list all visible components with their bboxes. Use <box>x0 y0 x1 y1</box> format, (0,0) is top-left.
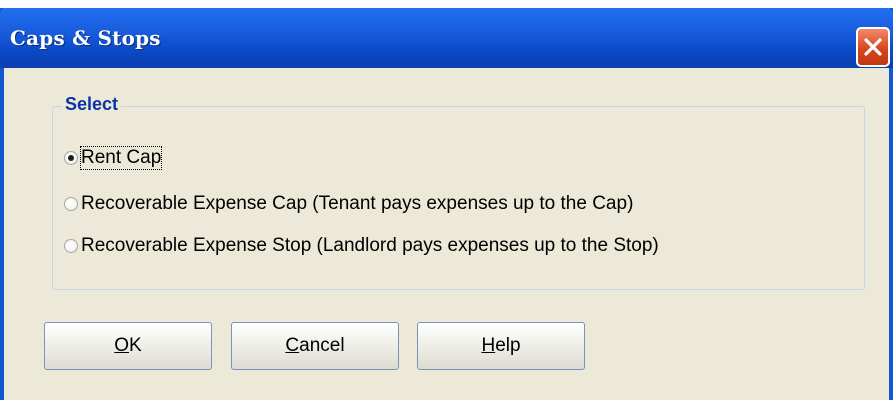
radio-option-expense-stop[interactable]: Recoverable Expense Stop (Landlord pays … <box>64 233 659 259</box>
help-button[interactable]: Help <box>417 322 585 370</box>
ok-label-rest: K <box>129 335 142 356</box>
cancel-mnemonic: C <box>285 335 300 356</box>
cancel-label-rest: ancel <box>299 335 345 356</box>
radio-label: Recoverable Expense Stop (Landlord pays … <box>81 235 659 256</box>
dialog-content: Select Rent Cap Recoverable Expense Cap … <box>4 68 889 400</box>
radio-label: Rent Cap <box>79 146 163 170</box>
help-mnemonic: H <box>481 335 496 356</box>
group-label: Select <box>62 94 122 115</box>
cancel-button[interactable]: Cancel <box>231 322 399 370</box>
radio-option-rent-cap[interactable]: Rent Cap <box>64 145 163 171</box>
ok-button[interactable]: OK <box>44 322 212 370</box>
title-bar[interactable]: Caps & Stops <box>0 8 893 68</box>
help-label-rest: elp <box>495 335 521 356</box>
radio-option-expense-cap[interactable]: Recoverable Expense Cap (Tenant pays exp… <box>64 191 633 217</box>
window-title: Caps & Stops <box>10 26 161 50</box>
close-icon <box>864 38 882 56</box>
radio-button-icon[interactable] <box>64 239 78 253</box>
radio-label: Recoverable Expense Cap (Tenant pays exp… <box>81 193 634 214</box>
radio-button-selected-icon[interactable] <box>64 151 78 165</box>
radio-button-icon[interactable] <box>64 197 78 211</box>
close-button[interactable] <box>856 27 890 67</box>
ok-mnemonic: O <box>114 335 130 356</box>
